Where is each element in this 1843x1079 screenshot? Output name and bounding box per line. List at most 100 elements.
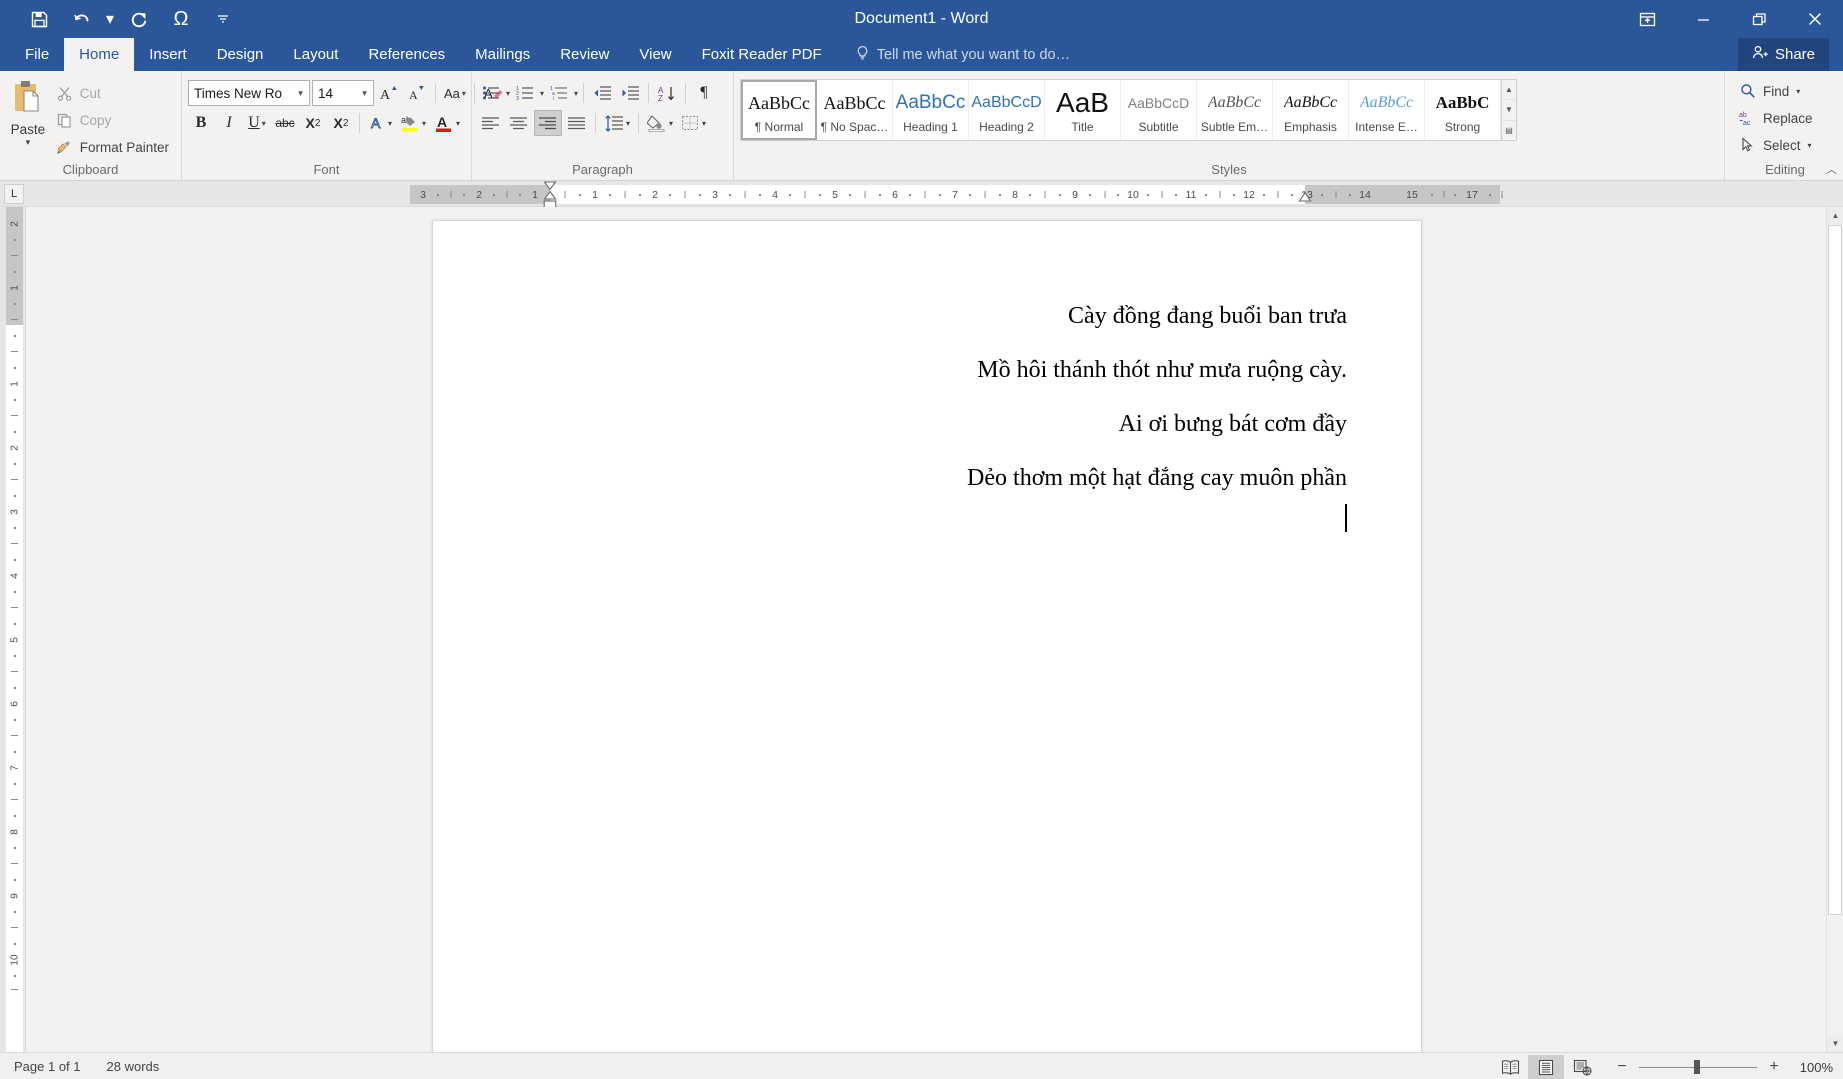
bullets-button[interactable] xyxy=(478,80,504,106)
increase-indent-button[interactable] xyxy=(617,80,643,106)
bold-button[interactable]: B xyxy=(188,110,214,136)
align-left-button[interactable] xyxy=(478,110,504,136)
sort-button[interactable]: AZ xyxy=(654,80,680,106)
web-layout-button[interactable] xyxy=(1564,1055,1600,1079)
vertical-scrollbar[interactable]: ▲ ▼ xyxy=(1826,207,1843,1052)
superscript-button[interactable]: X2 xyxy=(328,110,354,136)
select-dropdown-icon[interactable]: ▾ xyxy=(1808,141,1812,150)
ribbon-display-options-icon[interactable] xyxy=(1619,0,1675,38)
zoom-in-button[interactable]: + xyxy=(1766,1058,1782,1076)
find-button[interactable]: Find ▾ xyxy=(1733,79,1819,103)
style-strong[interactable]: AaBbC Strong xyxy=(1425,80,1501,140)
text-highlight-color-button[interactable]: ab ▾ xyxy=(397,110,429,136)
vertical-scroll-thumb[interactable] xyxy=(1828,225,1842,915)
document-page[interactable]: Cày đồng đang buổi ban trưa Mồ hôi thánh… xyxy=(432,220,1422,1052)
tab-insert[interactable]: Insert xyxy=(134,38,202,71)
ruler-track[interactable]: 3 2 1 1 2 3 4 5 6 7 8 9 10 11 12 13 14 xyxy=(410,181,1416,209)
style-no-spacing[interactable]: AaBbCc ¶ No Spac… xyxy=(817,80,893,140)
font-size-combo[interactable]: 14 ▾ xyxy=(312,80,374,106)
strikethrough-button[interactable]: abc xyxy=(272,110,298,136)
style-normal[interactable]: AaBbCc ¶ Normal xyxy=(741,80,817,140)
text-effects-button[interactable]: A ▾ xyxy=(365,110,395,136)
align-center-button[interactable] xyxy=(506,110,532,136)
style-heading-1[interactable]: AaBbCc Heading 1 xyxy=(893,80,969,140)
zoom-out-button[interactable]: − xyxy=(1614,1058,1630,1076)
save-icon[interactable] xyxy=(18,2,60,36)
line-spacing-button[interactable]: ▾ xyxy=(601,110,633,136)
tab-references[interactable]: References xyxy=(353,38,460,71)
collapse-ribbon-icon[interactable]: ︿ xyxy=(1826,161,1837,177)
format-painter-button[interactable]: Format Painter xyxy=(50,135,175,159)
scroll-down-icon[interactable]: ▼ xyxy=(1827,1035,1843,1052)
document-canvas[interactable]: Cày đồng đang buổi ban trưa Mồ hôi thánh… xyxy=(26,207,1843,1052)
restore-icon[interactable] xyxy=(1731,0,1787,38)
style-intense-emphasis[interactable]: AaBbCc Intense E… xyxy=(1349,80,1425,140)
styles-scroll-down-icon[interactable]: ▼ xyxy=(1502,100,1516,121)
page-indicator[interactable]: Page 1 of 1 xyxy=(14,1059,81,1074)
tab-foxit-reader-pdf[interactable]: Foxit Reader PDF xyxy=(687,38,837,71)
zoom-percentage[interactable]: 100% xyxy=(1791,1060,1833,1075)
bullets-dropdown-icon[interactable]: ▾ xyxy=(506,89,510,98)
symbol-omega-icon[interactable]: Ω xyxy=(160,2,202,36)
share-button[interactable]: Share xyxy=(1737,38,1829,71)
decrease-indent-button[interactable] xyxy=(589,80,615,106)
tab-home[interactable]: Home xyxy=(64,38,135,71)
font-color-button[interactable]: A ▾ xyxy=(431,110,463,136)
read-mode-button[interactable] xyxy=(1492,1055,1528,1079)
tab-review[interactable]: Review xyxy=(545,38,624,71)
styles-more-icon[interactable]: ▤ xyxy=(1502,120,1516,140)
show-formatting-marks-button[interactable]: ¶ xyxy=(691,80,717,106)
style-title[interactable]: AaB Title xyxy=(1045,80,1121,140)
styles-scroll-up-icon[interactable]: ▲ xyxy=(1502,80,1516,101)
undo-dropdown-icon[interactable]: ▾ xyxy=(102,2,118,36)
tab-view[interactable]: View xyxy=(624,38,686,71)
redo-icon[interactable] xyxy=(118,2,160,36)
paste-button[interactable]: Paste ▾ xyxy=(6,75,50,147)
zoom-control[interactable]: − + 100% xyxy=(1600,1058,1833,1076)
numbering-button[interactable]: 123 xyxy=(512,80,538,106)
borders-button[interactable]: ▾ xyxy=(678,110,709,136)
multilevel-list-button[interactable]: 1ai xyxy=(546,80,572,106)
customize-qat-icon[interactable] xyxy=(202,2,244,36)
horizontal-ruler[interactable]: L 3 2 1 1 2 3 4 5 6 7 8 9 10 11 12 13 14… xyxy=(0,181,1843,209)
style-heading-2[interactable]: AaBbCcD Heading 2 xyxy=(969,80,1045,140)
font-size-dropdown-icon[interactable]: ▾ xyxy=(356,81,373,105)
undo-icon[interactable] xyxy=(60,2,102,36)
align-right-button[interactable] xyxy=(534,110,562,136)
subscript-button[interactable]: X2 xyxy=(300,110,326,136)
document-text[interactable]: Cày đồng đang buổi ban trưa Mồ hôi thánh… xyxy=(525,303,1347,519)
replace-button[interactable]: ab ac Replace xyxy=(1733,106,1819,130)
scroll-up-icon[interactable]: ▲ xyxy=(1827,207,1843,224)
word-count[interactable]: 28 words xyxy=(107,1059,160,1074)
style-emphasis[interactable]: AaBbCc Emphasis xyxy=(1273,80,1349,140)
font-name-combo[interactable]: Times New Ro ▾ xyxy=(188,80,310,106)
tell-me-box[interactable]: Tell me what you want to do… xyxy=(837,38,1070,71)
font-name-dropdown-icon[interactable]: ▾ xyxy=(292,81,309,105)
zoom-slider[interactable] xyxy=(1639,1060,1757,1074)
cut-button[interactable]: Cut xyxy=(50,81,175,105)
right-indent-marker[interactable] xyxy=(1298,191,1312,205)
tab-mailings[interactable]: Mailings xyxy=(460,38,545,71)
left-tab-stop-icon[interactable]: L xyxy=(4,184,24,204)
tab-design[interactable]: Design xyxy=(202,38,279,71)
justify-button[interactable] xyxy=(564,110,590,136)
numbering-dropdown-icon[interactable]: ▾ xyxy=(540,89,544,98)
style-subtitle[interactable]: AaBbCcD Subtitle xyxy=(1121,80,1197,140)
minimize-icon[interactable] xyxy=(1675,0,1731,38)
paste-dropdown-icon[interactable]: ▾ xyxy=(26,138,31,147)
grow-font-button[interactable]: A xyxy=(376,80,402,106)
find-dropdown-icon[interactable]: ▾ xyxy=(1796,87,1800,96)
styles-gallery-scroll[interactable]: ▲ ▼ ▤ xyxy=(1502,79,1517,141)
multilevel-dropdown-icon[interactable]: ▾ xyxy=(574,89,578,98)
shading-button[interactable]: ▾ xyxy=(644,110,676,136)
select-button[interactable]: Select ▾ xyxy=(1733,133,1819,157)
underline-button[interactable]: U ▾ xyxy=(244,110,270,136)
italic-button[interactable]: I xyxy=(216,110,242,136)
vertical-ruler[interactable]: 2 1 1 2 3 4 5 6 7 8 9 10 xyxy=(0,207,26,1052)
print-layout-button[interactable] xyxy=(1528,1055,1564,1079)
shrink-font-button[interactable]: A xyxy=(404,80,430,106)
zoom-slider-thumb[interactable] xyxy=(1694,1060,1700,1074)
copy-button[interactable]: Copy xyxy=(50,108,175,132)
tab-layout[interactable]: Layout xyxy=(278,38,353,71)
style-subtle-emphasis[interactable]: AaBbCc Subtle Em… xyxy=(1197,80,1273,140)
